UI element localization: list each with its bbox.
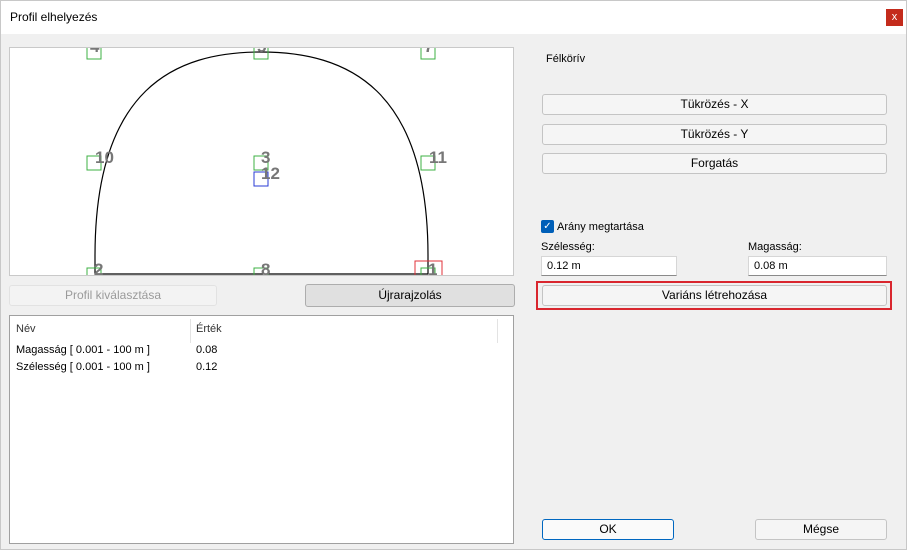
profile-drawing: 4 5 7 10 3 12 11 2 8 1 <box>86 48 447 276</box>
rotate-button[interactable]: Forgatás <box>542 153 887 174</box>
parameter-table[interactable]: Név Érték Magasság [ 0.001 - 100 m ] 0.0… <box>9 315 514 544</box>
column-header-value[interactable]: Érték <box>196 323 222 335</box>
row-value[interactable]: 0.08 <box>196 344 217 356</box>
title-bar: Profil elhelyezés x <box>1 1 906 34</box>
profile-name-label: Félkörív <box>546 53 586 65</box>
height-label: Magasság: <box>748 241 802 253</box>
keep-ratio-label[interactable]: Arány megtartása <box>557 221 644 233</box>
redraw-button[interactable]: Újrarajzolás <box>305 284 515 307</box>
mirror-x-button[interactable]: Tükrözés - X <box>542 94 887 115</box>
column-header-name[interactable]: Név <box>16 323 36 335</box>
row-value[interactable]: 0.12 <box>196 361 217 373</box>
create-variant-button[interactable]: Variáns létrehozása <box>542 285 887 306</box>
mirror-y-button[interactable]: Tükrözés - Y <box>542 124 887 145</box>
point-label-4: 4 <box>90 48 100 56</box>
point-label-12: 12 <box>261 164 280 183</box>
keep-ratio-checkbox[interactable]: ✓ <box>541 220 554 233</box>
row-name: Magasság [ 0.001 - 100 m ] <box>16 344 150 356</box>
close-button[interactable]: x <box>886 9 903 26</box>
select-profile-button[interactable]: Profil kiválasztása <box>9 285 217 306</box>
ok-button[interactable]: OK <box>542 519 674 540</box>
point-label-8: 8 <box>261 260 270 276</box>
column-divider[interactable] <box>497 319 498 343</box>
point-label-10: 10 <box>95 148 114 167</box>
width-label: Szélesség: <box>541 241 595 253</box>
row-name: Szélesség [ 0.001 - 100 m ] <box>16 361 150 373</box>
profile-preview[interactable]: 4 5 7 10 3 12 11 2 8 1 <box>9 47 514 276</box>
height-field[interactable]: 0.08 m <box>748 256 887 276</box>
point-label-5: 5 <box>257 48 266 56</box>
point-label-7: 7 <box>424 48 433 56</box>
point-label-11: 11 <box>429 148 447 167</box>
point-label-2: 2 <box>94 260 103 276</box>
check-icon: ✓ <box>543 221 552 232</box>
column-divider[interactable] <box>190 319 191 343</box>
cancel-button[interactable]: Mégse <box>755 519 887 540</box>
profile-placement-dialog: Profil elhelyezés x 4 5 7 10 3 <box>0 0 907 550</box>
point-label-1: 1 <box>428 260 437 276</box>
width-field[interactable]: 0.12 m <box>541 256 677 276</box>
window-title: Profil elhelyezés <box>10 10 98 24</box>
